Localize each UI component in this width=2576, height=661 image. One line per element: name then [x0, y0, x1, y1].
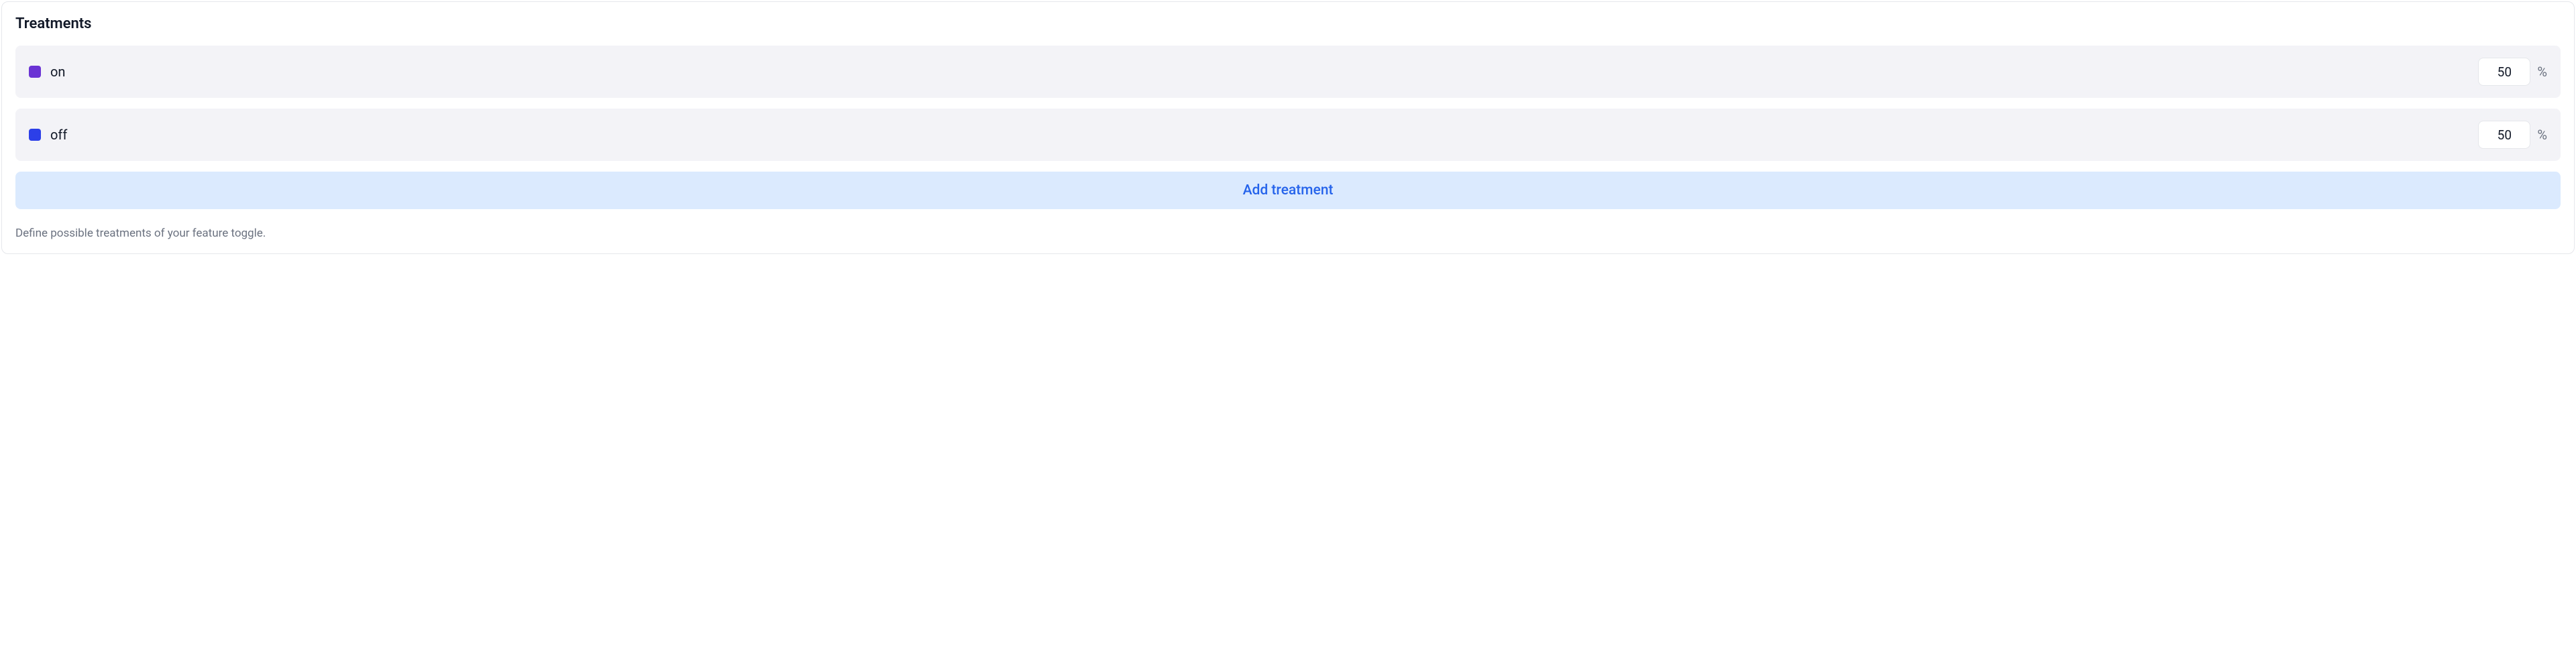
panel-help-text: Define possible treatments of your featu… [15, 227, 2561, 240]
treatment-row: on % [15, 46, 2561, 98]
treatment-row: off % [15, 109, 2561, 161]
treatment-color-swatch[interactable] [29, 129, 41, 141]
treatment-color-swatch[interactable] [29, 66, 41, 78]
treatment-percentage-input[interactable] [2478, 58, 2530, 86]
treatment-row-left: off [29, 127, 2478, 143]
percent-sign: % [2537, 127, 2547, 143]
add-treatment-button[interactable]: Add treatment [15, 172, 2561, 209]
treatment-label: on [50, 64, 65, 80]
treatments-panel: Treatments on % off % Add treatment Defi… [1, 1, 2575, 254]
treatment-percentage-input[interactable] [2478, 121, 2530, 149]
percent-sign: % [2537, 64, 2547, 80]
panel-title: Treatments [15, 15, 2561, 32]
treatment-row-right: % [2478, 121, 2547, 149]
treatment-label: off [50, 127, 67, 143]
treatment-row-left: on [29, 64, 2478, 80]
treatment-row-right: % [2478, 58, 2547, 86]
